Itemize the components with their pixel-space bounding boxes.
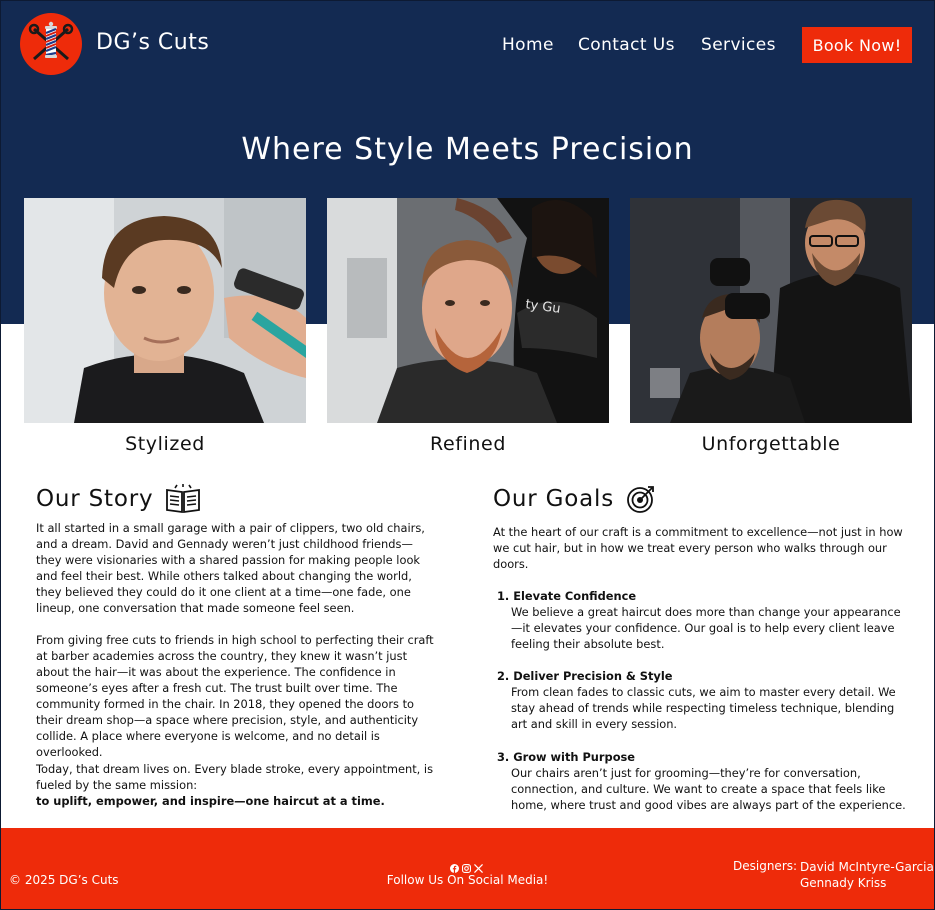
page-border	[0, 0, 935, 910]
